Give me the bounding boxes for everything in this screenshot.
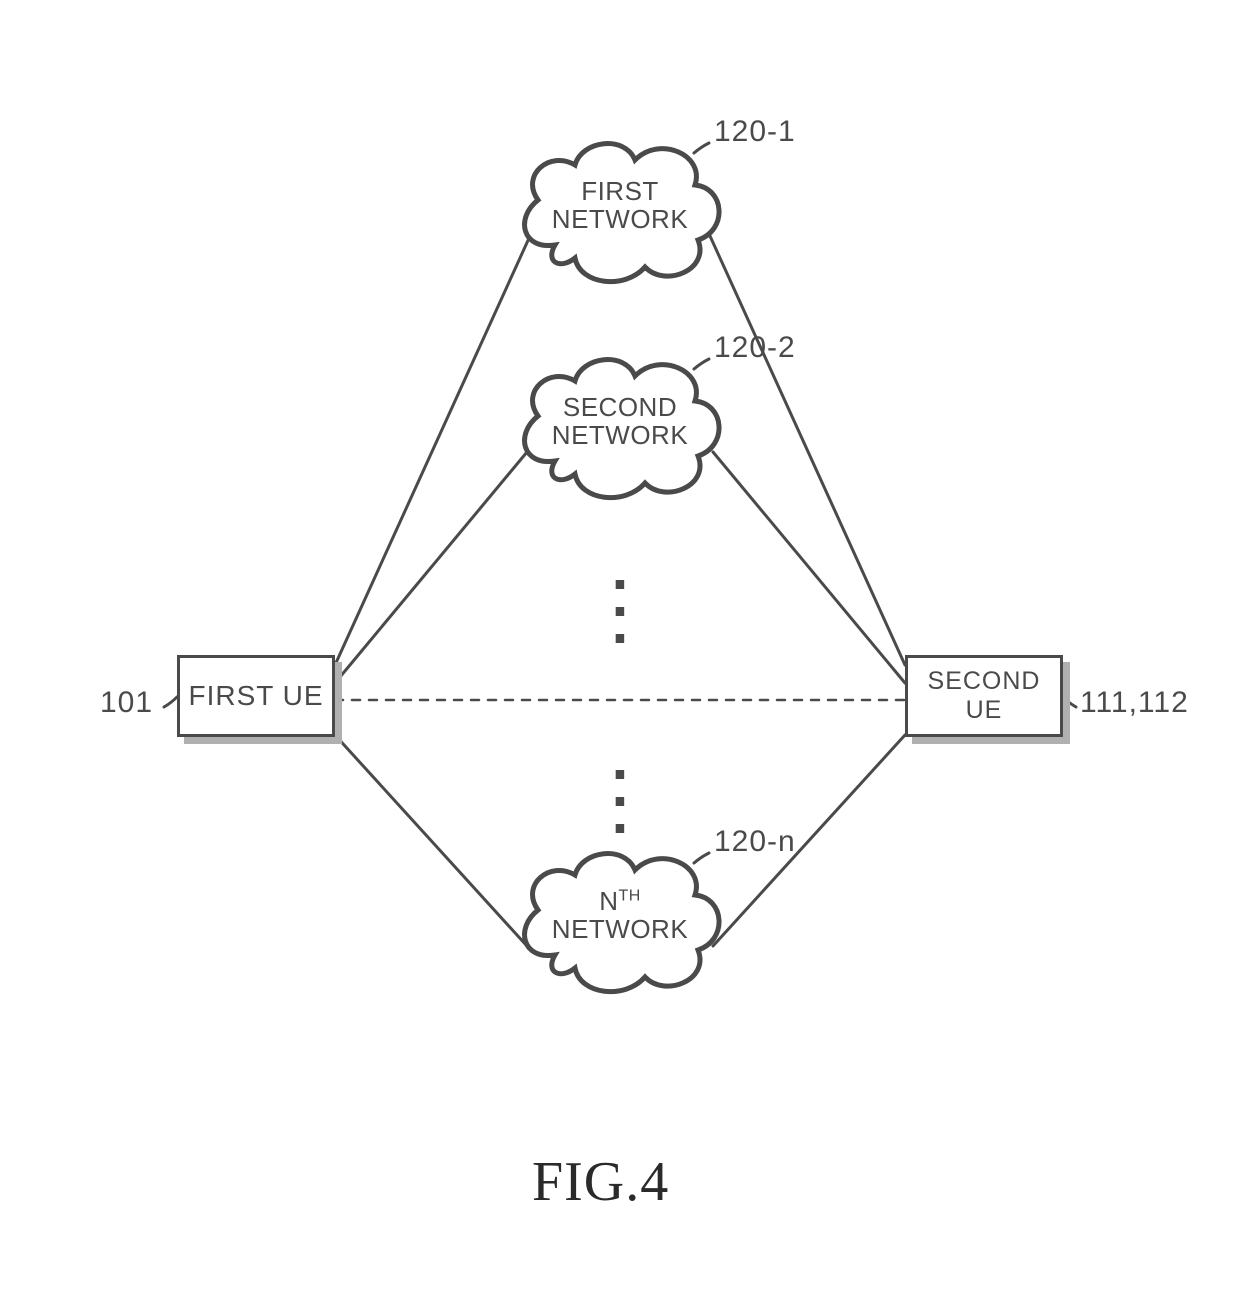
ellipsis-vertical-upper: ...	[606, 555, 634, 636]
first-network-cloud: FIRST NETWORK	[510, 130, 730, 290]
second-ue-box: SECOND UE	[905, 655, 1063, 737]
figure-caption: FIG.4	[532, 1150, 669, 1214]
first-ue-box: FIRST UE	[177, 655, 335, 737]
second-ue-label: SECOND UE	[908, 667, 1060, 725]
first-ue-label: FIRST UE	[188, 680, 323, 712]
first-network-ref: 120-1	[714, 115, 796, 149]
second-network-line1: SECOND	[563, 392, 677, 422]
nth-network-prefix: N	[599, 886, 618, 916]
nth-network-suffix: TH	[618, 887, 640, 904]
second-network-line2: NETWORK	[552, 420, 688, 450]
nth-network-line2: NETWORK	[552, 914, 688, 944]
first-ue-ref: 101	[100, 686, 153, 720]
second-network-ref: 120-2	[714, 331, 796, 365]
second-network-cloud: SECOND NETWORK	[510, 346, 730, 506]
second-ue-ref: 111,112	[1080, 686, 1189, 720]
first-network-line1: FIRST	[581, 176, 659, 206]
first-network-line2: NETWORK	[552, 204, 688, 234]
nth-network-ref: 120-n	[714, 825, 796, 859]
ellipsis-vertical-lower: ...	[606, 745, 634, 826]
diagram-canvas: FIRST UE 101 SECOND UE 111,112 FIRST NET…	[0, 0, 1240, 1306]
nth-network-cloud: NTH NETWORK	[510, 840, 730, 1000]
